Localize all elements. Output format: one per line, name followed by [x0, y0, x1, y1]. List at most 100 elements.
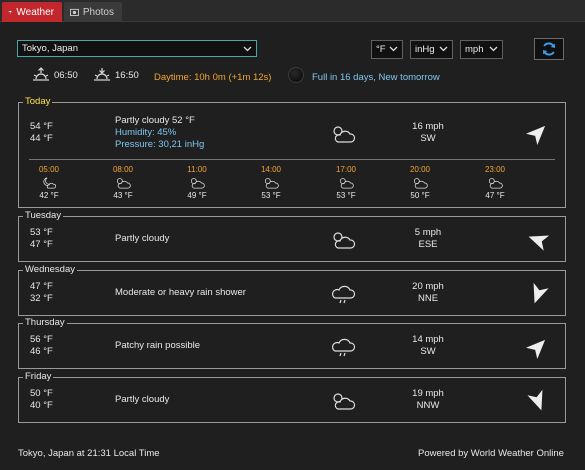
wind-speed: 5 mph [414, 227, 442, 238]
refresh-button[interactable] [534, 38, 564, 60]
location-select[interactable]: Tokyo, Japan [17, 40, 257, 57]
partly-cloudy-icon [413, 178, 428, 189]
hour-time: 11:00 [187, 165, 207, 174]
sunrise-icon [33, 67, 49, 81]
partly-cloudy-icon [333, 393, 356, 410]
temp-range: 54 °F 44 °F [30, 121, 53, 145]
wind-direction-arrow-icon [527, 389, 543, 411]
moon-phase-icon [288, 67, 304, 83]
wind-info: 19 mph NNW [393, 388, 463, 412]
low-temp: 40 °F [30, 400, 53, 411]
chevron-down-icon [243, 46, 252, 52]
location-value: Tokyo, Japan [22, 43, 78, 54]
day-label: Tuesday [23, 210, 64, 221]
footer-location-time: Tokyo, Japan at 21:31 Local Time [18, 448, 160, 459]
partly-cloudy-icon [264, 178, 279, 189]
photo-icon [70, 8, 79, 16]
hourly-item: 08:00 43 °F [103, 165, 143, 200]
temp-unit-value: °F [376, 44, 386, 55]
footer-powered-by[interactable]: Powered by World Weather Online [418, 448, 564, 459]
high-temp: 50 °F [30, 388, 53, 399]
condition-text: Partly cloudy [115, 233, 170, 244]
divider [29, 159, 555, 160]
hour-temp: 43 °F [113, 191, 133, 200]
sunset: 16:50 [93, 67, 139, 83]
hour-time: 17:00 [335, 165, 357, 174]
partly-cloudy-icon [333, 126, 356, 143]
hour-temp: 50 °F [410, 191, 430, 200]
wind-info: 16 mph SW [393, 121, 463, 145]
tab-bar: Weather Photos [0, 0, 585, 22]
partly-cloudy-icon [488, 178, 503, 189]
hour-time: 20:00 [409, 165, 431, 174]
moon-phase-text: Full in 16 days, New tomorrow [312, 72, 440, 83]
pressure-unit-value: inHg [415, 44, 435, 55]
low-temp: 47 °F [30, 239, 53, 250]
partly-cloudy-icon [339, 178, 354, 189]
tab-weather[interactable]: Weather [2, 2, 62, 22]
wind-info: 5 mph ESE [393, 227, 463, 251]
condition-text: Partly cloudy [115, 394, 170, 405]
day-panel-friday: Friday 50 °F 40 °F Partly cloudy 19 mph NNW [18, 371, 566, 423]
tab-photos-label: Photos [82, 6, 114, 18]
hour-time: 23:00 [484, 165, 506, 174]
hour-temp: 42 °F [39, 191, 59, 200]
rain-cloud-icon [331, 338, 356, 357]
wind-unit-select[interactable]: mph [460, 40, 503, 59]
condition-text: Partly cloudy 52 °F [115, 115, 195, 126]
temp-range: 56 °F 46 °F [30, 334, 53, 358]
hourly-item: 17:00 53 °F [326, 165, 366, 200]
condition-text: Moderate or heavy rain shower [115, 287, 246, 298]
low-temp: 44 °F [30, 133, 53, 144]
day-label: Friday [23, 371, 54, 382]
condition-text: Patchy rain possible [115, 340, 201, 351]
partly-cloudy-icon [190, 178, 205, 189]
today-panel: Today 54 °F 44 °F Partly cloudy 52 °F Hu… [18, 96, 566, 208]
wind-speed: 20 mph [412, 281, 444, 292]
moon-cloud-icon [43, 177, 57, 189]
daytime-length: Daytime: 10h 0m (+1m 12s) [154, 72, 272, 83]
hour-time: 14:00 [260, 165, 282, 174]
wind-speed: 16 mph [412, 121, 444, 132]
humidity-text: Humidity: 45% [115, 127, 177, 138]
pressure-text: Pressure: 30,21 inHg [115, 139, 205, 150]
wind-direction: SW [420, 133, 436, 144]
low-temp: 32 °F [30, 293, 53, 304]
sun-info-row: 06:50 16:50 Daytime: 10h 0m (+1m 12s) Fu… [0, 67, 585, 89]
hour-temp: 47 °F [485, 191, 505, 200]
temp-unit-select[interactable]: °F [371, 40, 403, 59]
pressure-unit-select[interactable]: inHg [410, 40, 453, 59]
wind-direction-arrow-icon [533, 282, 549, 304]
day-panel-thursday: Thursday 56 °F 46 °F Patchy rain possible 14… [18, 317, 566, 369]
sunrise: 06:50 [32, 67, 78, 83]
hour-temp: 49 °F [187, 191, 207, 200]
hourly-item: 11:00 49 °F [177, 165, 217, 200]
wind-direction-arrow-icon [528, 235, 550, 251]
chevron-down-icon [439, 46, 448, 52]
hour-temp: 53 °F [336, 191, 356, 200]
hourly-item: 05:00 42 °F [29, 165, 69, 200]
hour-time: 05:00 [38, 165, 60, 174]
temp-range: 50 °F 40 °F [30, 388, 53, 412]
partly-cloudy-icon [333, 232, 356, 249]
day-panel-tuesday: Tuesday 53 °F 47 °F Partly cloudy 5 mph ESE [18, 210, 566, 262]
refresh-icon [543, 42, 555, 56]
today-details: Partly cloudy 52 °F Humidity: 45% Pressu… [115, 115, 204, 151]
partly-cloudy-icon [116, 178, 131, 189]
tab-photos[interactable]: Photos [64, 2, 122, 22]
high-temp: 56 °F [30, 334, 53, 345]
wind-unit-value: mph [465, 44, 484, 55]
hour-time: 08:00 [112, 165, 134, 174]
high-temp: 54 °F [30, 121, 53, 132]
tab-weather-label: Weather [16, 6, 54, 18]
hourly-item: 14:00 53 °F [251, 165, 291, 200]
chevron-down-icon [489, 46, 498, 52]
sunrise-time: 06:50 [54, 69, 78, 81]
chevron-down-icon [389, 46, 398, 52]
wind-direction: NNW [416, 400, 440, 411]
wind-speed: 14 mph [412, 334, 444, 345]
temp-range: 47 °F 32 °F [30, 281, 53, 305]
sunset-icon [94, 68, 110, 81]
umbrella-icon [8, 10, 12, 14]
wind-direction: ESE [418, 239, 438, 250]
